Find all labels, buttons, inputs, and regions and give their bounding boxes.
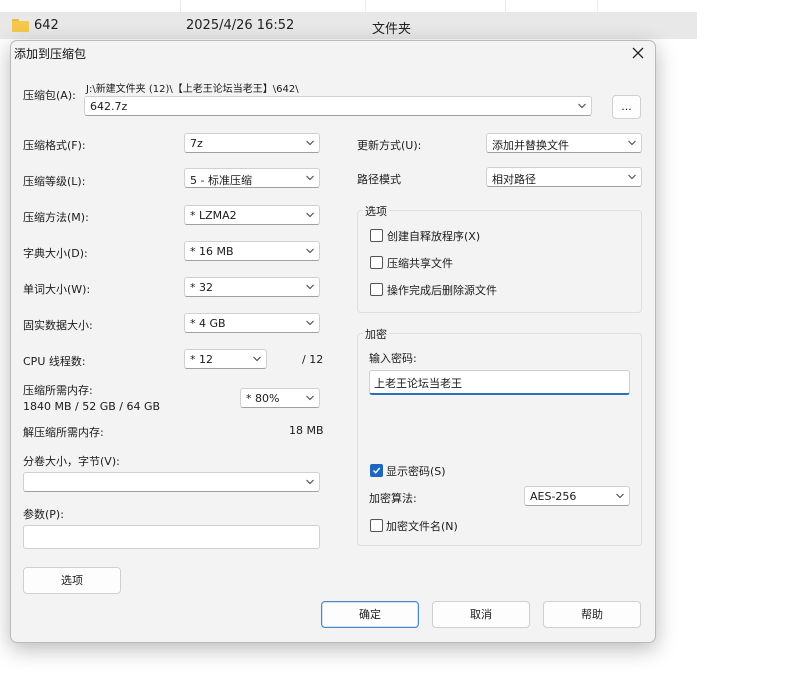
update-mode-value: 添加并替换文件: [492, 139, 569, 152]
column-divider: [365, 0, 366, 12]
method-value: * LZMA2: [190, 209, 237, 222]
split-size-combo[interactable]: [23, 472, 320, 492]
show-password-checkbox[interactable]: [370, 464, 383, 477]
dict-label: 字典大小(D):: [23, 247, 88, 260]
password-value: 上老王论坛当老王: [374, 377, 462, 390]
encryption-method-value: AES-256: [530, 490, 577, 503]
decomp-label: 解压缩所需内存:: [23, 426, 104, 439]
encrypt-names-checkbox[interactable]: [370, 519, 383, 532]
method-label: 压缩方法(M):: [23, 211, 89, 224]
archive-label: 压缩包(A):: [23, 89, 76, 102]
word-select[interactable]: * 32: [184, 277, 320, 297]
format-label: 压缩格式(F):: [23, 139, 86, 152]
update-label: 更新方式(U):: [357, 139, 422, 152]
show-password-label: 显示密码(S): [386, 465, 446, 478]
params-label: 参数(P):: [23, 508, 64, 521]
mem-percent-value: * 80%: [246, 392, 280, 405]
shared-files-checkbox[interactable]: [370, 256, 383, 269]
sfx-label: 创建自释放程序(X): [387, 230, 481, 243]
options-button[interactable]: 选项: [23, 567, 121, 594]
chevron-down-icon: [306, 479, 314, 485]
close-button[interactable]: [627, 43, 649, 63]
add-to-archive-dialog: 添加到压缩包 压缩包(A): J:\新建文件夹 (12)\【上老王论坛当老王】\…: [10, 40, 656, 643]
delete-source-checkbox[interactable]: [370, 283, 383, 296]
mem-percent-select[interactable]: * 80%: [240, 388, 320, 408]
chevron-down-icon: [306, 140, 314, 146]
level-value: 5 - 标准压缩: [190, 174, 252, 187]
checkmark-icon: [373, 467, 381, 474]
help-button[interactable]: 帮助: [543, 601, 641, 628]
chevron-down-icon: [306, 395, 314, 401]
browse-button[interactable]: ...: [612, 95, 641, 119]
shared-files-label: 压缩共享文件: [387, 257, 453, 270]
dialog-title: 添加到压缩包: [14, 47, 87, 61]
format-select[interactable]: 7z: [184, 133, 320, 153]
solid-label: 固实数据大小:: [23, 319, 93, 332]
split-label: 分卷大小，字节(V):: [23, 455, 120, 468]
folder-icon: [12, 19, 29, 32]
level-select[interactable]: 5 - 标准压缩: [184, 168, 320, 188]
method-select[interactable]: * LZMA2: [184, 205, 320, 225]
word-label: 单词大小(W):: [23, 283, 91, 296]
chevron-down-icon: [253, 356, 261, 362]
sfx-checkbox[interactable]: [370, 229, 383, 242]
path-mode-label: 路径模式: [357, 173, 401, 186]
chevron-down-icon: [306, 212, 314, 218]
chevron-down-icon: [306, 320, 314, 326]
close-icon: [632, 47, 644, 59]
level-label: 压缩等级(L):: [23, 175, 86, 188]
dict-value: * 16 MB: [190, 245, 234, 258]
column-divider: [505, 0, 506, 12]
format-value: 7z: [190, 137, 203, 150]
file-type: 文件夹: [372, 22, 412, 37]
encrypt-names-label: 加密文件名(N): [386, 520, 458, 533]
file-name: 642: [34, 18, 59, 33]
column-divider: [180, 0, 181, 12]
mem-value: 1840 MB / 52 GB / 64 GB: [23, 400, 161, 413]
mem-label: 压缩所需内存:: [23, 384, 93, 397]
threads-label: CPU 线程数:: [23, 355, 86, 368]
archive-name-combo[interactable]: 642.7z: [84, 96, 592, 116]
chevron-down-icon: [306, 284, 314, 290]
encryption-method-select[interactable]: AES-256: [524, 486, 630, 506]
dict-select[interactable]: * 16 MB: [184, 241, 320, 261]
solid-select[interactable]: * 4 GB: [184, 313, 320, 333]
solid-value: * 4 GB: [190, 317, 226, 330]
chevron-down-icon: [628, 174, 636, 180]
column-divider: [597, 0, 598, 12]
path-mode-select[interactable]: 相对路径: [486, 167, 642, 187]
file-date: 2025/4/26 16:52: [186, 18, 295, 33]
threads-value: * 12: [190, 353, 213, 366]
chevron-down-icon: [306, 175, 314, 181]
params-input[interactable]: [23, 525, 320, 549]
ok-button[interactable]: 确定: [321, 601, 419, 628]
update-mode-select[interactable]: 添加并替换文件: [486, 133, 642, 153]
cancel-button[interactable]: 取消: [432, 601, 530, 628]
options-group-title: 选项: [363, 203, 389, 219]
file-list-row[interactable]: 642 2025/4/26 16:52 文件夹: [0, 12, 697, 39]
decomp-value: 18 MB: [289, 424, 324, 437]
delete-source-label: 操作完成后删除源文件: [387, 284, 497, 297]
chevron-down-icon: [306, 248, 314, 254]
archive-name-value: 642.7z: [90, 100, 128, 113]
chevron-down-icon: [616, 493, 624, 499]
word-value: * 32: [190, 281, 213, 294]
encryption-method-label: 加密算法:: [369, 492, 417, 505]
threads-max: / 12: [302, 353, 324, 366]
archive-path: J:\新建文件夹 (12)\【上老王论坛当老王】\642\: [86, 84, 299, 95]
threads-select[interactable]: * 12: [184, 349, 267, 369]
path-mode-value: 相对路径: [492, 173, 536, 186]
password-label: 输入密码:: [369, 352, 417, 365]
chevron-down-icon: [628, 140, 636, 146]
chevron-down-icon: [578, 103, 586, 109]
password-input[interactable]: 上老王论坛当老王: [369, 370, 630, 395]
encryption-group-title: 加密: [363, 326, 389, 342]
